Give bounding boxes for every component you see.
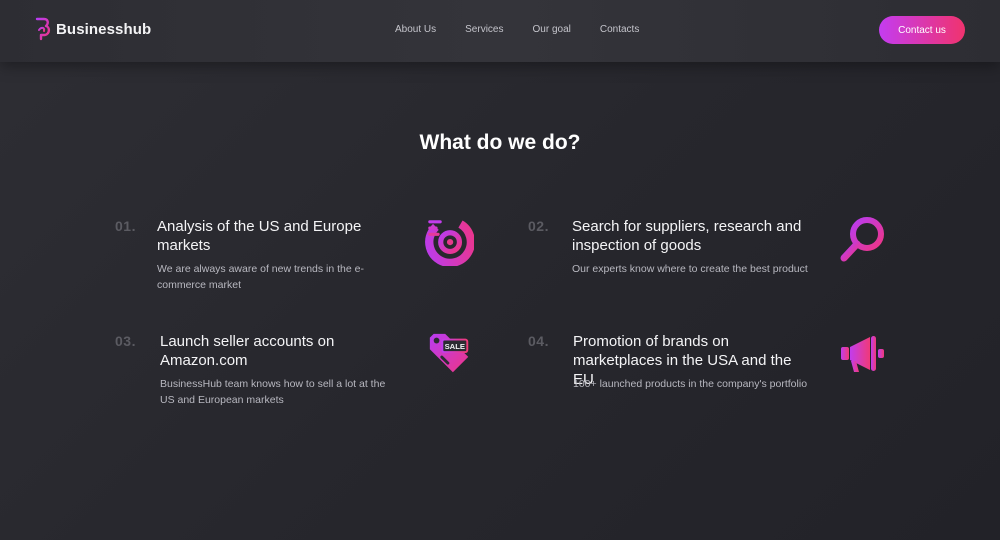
sale-tag-icon: SALE bbox=[429, 333, 469, 373]
feature-number: 04. bbox=[528, 333, 549, 349]
megaphone-icon bbox=[841, 336, 884, 372]
brand-logo[interactable]: Businesshub bbox=[34, 16, 151, 42]
feature-description: BusinessHub team knows how to sell a lot… bbox=[160, 378, 386, 406]
nav-our-goal[interactable]: Our goal bbox=[533, 24, 571, 35]
target-chart-icon bbox=[425, 217, 474, 266]
main-nav: About Us Services Our goal Contacts bbox=[395, 24, 668, 35]
feature-description: We are always aware of new trends in the… bbox=[157, 263, 364, 291]
nav-services[interactable]: Services bbox=[465, 24, 503, 35]
nav-about-us[interactable]: About Us bbox=[395, 24, 436, 35]
top-navbar: Businesshub About Us Services Our goal C… bbox=[0, 0, 1000, 62]
sale-tag-text: SALE bbox=[445, 342, 465, 351]
feature-description: Our experts know where to create the bes… bbox=[572, 263, 808, 275]
section-title: What do we do? bbox=[419, 131, 581, 154]
feature-number: 02. bbox=[528, 218, 549, 234]
logo-icon bbox=[35, 17, 51, 41]
feature-title: Launch seller accounts on Amazon.com bbox=[160, 333, 335, 369]
brand-name: Businesshub bbox=[56, 20, 152, 38]
contact-us-button[interactable]: Contact us bbox=[879, 16, 965, 44]
feature-number: 03. bbox=[115, 333, 136, 349]
feature-title: Search for suppliers, research and inspe… bbox=[572, 218, 802, 254]
feature-description: 100+ launched products in the company's … bbox=[573, 378, 808, 390]
nav-contacts[interactable]: Contacts bbox=[600, 24, 639, 35]
feature-number: 01. bbox=[115, 218, 136, 234]
magnifier-icon bbox=[840, 217, 884, 262]
feature-title: Analysis of the US and Europe markets bbox=[157, 218, 362, 254]
